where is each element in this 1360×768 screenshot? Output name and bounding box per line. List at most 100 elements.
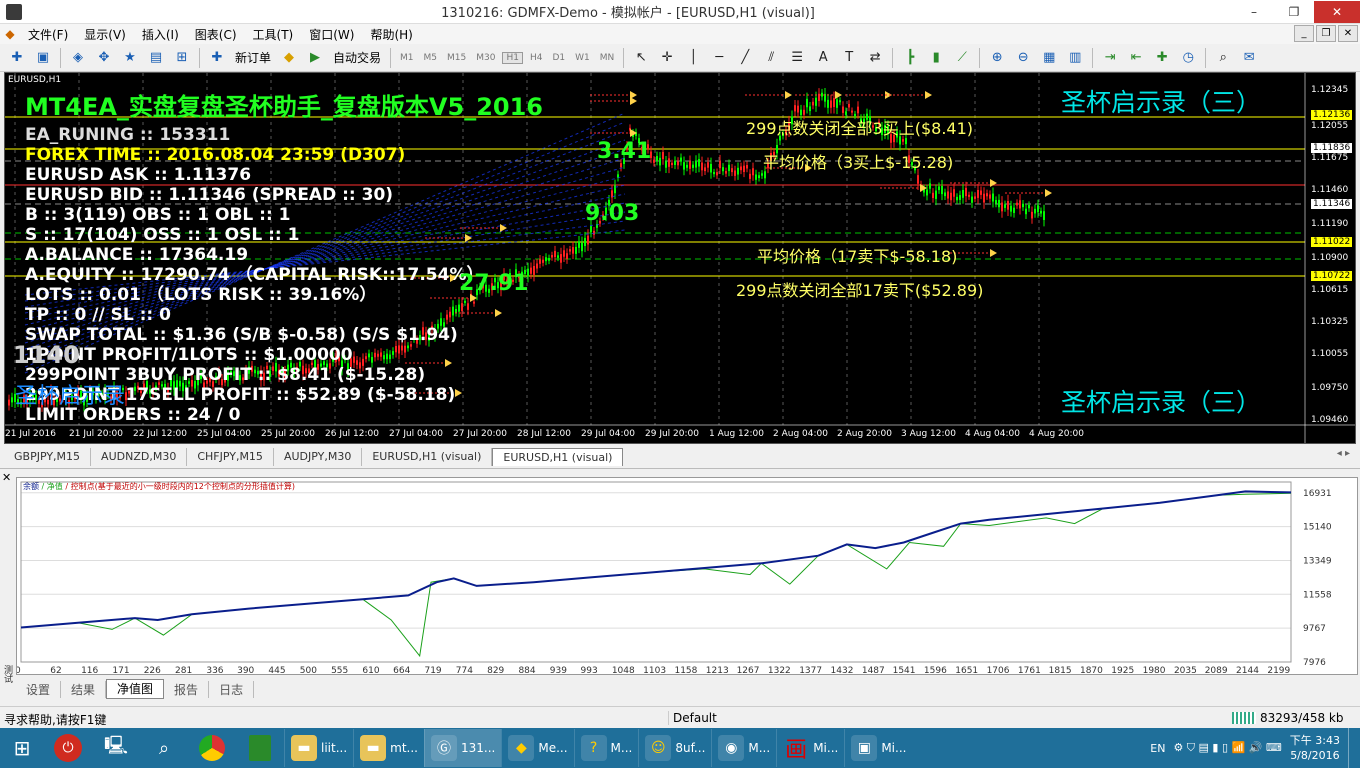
timeframe-mn[interactable]: MN [597,53,618,63]
tab-scroll-arrows[interactable]: ◂ ▸ [1337,448,1350,459]
timeframe-m1[interactable]: M1 [397,53,417,63]
candle-body [728,164,730,172]
tab-settings[interactable]: 设置 [16,680,62,698]
tab-eurusd-visual[interactable]: EURUSD,H1 (visual) [362,448,493,466]
navigator-icon[interactable]: ★ [119,47,141,69]
new-order-button[interactable]: 新订单 [232,49,274,66]
terminal-icon[interactable]: ▤ [145,47,167,69]
line-chart-icon[interactable]: ⟋ [951,47,973,69]
periods-icon[interactable]: ◷ [1177,47,1199,69]
tile-windows-icon[interactable]: ▦ [1038,47,1060,69]
menu-insert[interactable]: 插入(I) [134,26,187,43]
price-tick: 1.10900 [1311,253,1349,263]
taskbar-help[interactable]: ? M... [573,729,639,767]
menu-view[interactable]: 显示(V) [76,26,134,43]
close-icon[interactable]: ✕ [2,471,11,484]
calculator-icon[interactable] [236,728,284,768]
arrows-icon[interactable]: ⇄ [864,47,886,69]
market-watch-icon[interactable]: ◈ [67,47,89,69]
auto-trade-button[interactable]: 自动交易 [330,49,384,66]
tab-journal[interactable]: 日志 [209,680,255,698]
timeframe-d1[interactable]: D1 [549,53,568,63]
profiles-icon[interactable]: ▣ [32,47,54,69]
cursor-icon[interactable]: ↖ [630,47,652,69]
tab-eurusd-visual-active[interactable]: EURUSD,H1 (visual) [492,448,624,466]
start-button[interactable]: ⊞ [0,728,44,768]
chrome-icon[interactable] [188,728,236,768]
tab-report[interactable]: 报告 [164,680,210,698]
toolbar-separator [390,47,392,68]
fibo-icon[interactable]: ☰ [786,47,808,69]
clock[interactable]: 下午 3:43 5/8/2016 [1290,733,1340,763]
new-chart-icon[interactable]: ✚ [6,47,28,69]
taskbar-mi[interactable]: ▣ Mi... [844,729,912,767]
graph-x-tick: 993 [581,666,598,674]
language-indicator[interactable]: EN [1150,742,1165,755]
close-button[interactable]: ✕ [1314,0,1360,23]
candle-body [662,152,664,160]
taskbar-ftp[interactable]: ☺ 8uf... [638,729,711,767]
timeframe-h4[interactable]: H4 [527,53,546,63]
mdi-minimize-button[interactable]: _ [1294,25,1314,42]
data-window-icon[interactable]: ✥ [93,47,115,69]
chart-shift-icon[interactable]: ⇤ [1125,47,1147,69]
show-desktop-button[interactable] [1348,728,1354,768]
zoom-out-icon[interactable]: ⊖ [1012,47,1034,69]
maximize-button[interactable]: ❐ [1274,1,1314,23]
search-icon[interactable]: ⌕ [1212,47,1234,69]
candlestick-icon[interactable]: ▮ [925,47,947,69]
tab-audjpy[interactable]: AUDJPY,M30 [274,448,363,466]
horizontal-line-icon[interactable]: ─ [708,47,730,69]
mdi-close-button[interactable]: ✕ [1338,25,1358,42]
menu-window[interactable]: 窗口(W) [301,26,362,43]
timeframe-m30[interactable]: M30 [473,53,498,63]
text-icon[interactable]: A [812,47,834,69]
taskbar-folder-mt[interactable]: ▬ mt... [353,729,424,767]
timeframe-m5[interactable]: M5 [421,53,441,63]
minimize-button[interactable]: – [1234,1,1274,23]
candle-body [1031,211,1033,219]
grid-icon[interactable]: ▥ [1064,47,1086,69]
tab-audnzd[interactable]: AUDNZD,M30 [91,448,188,466]
crosshair-icon[interactable]: ✛ [656,47,678,69]
price-chart[interactable]: EURUSD,H1 MT4EA_实盘复盘圣杯助手_复盘版本V5_2016 EA_… [4,72,1356,444]
chart-menu-icon[interactable]: ◆ [0,27,20,41]
search-icon[interactable]: ⌕ [140,728,188,768]
taskbar-mt4-terminal[interactable]: Ⓖ 131... [424,729,502,767]
taskbar-paint[interactable]: 画 Mi... [776,729,844,767]
timeframe-w1[interactable]: W1 [572,53,593,63]
power-icon[interactable]: ⏻ [44,728,92,768]
vertical-line-icon[interactable]: │ [682,47,704,69]
candle-body [722,167,724,172]
menu-file[interactable]: 文件(F) [20,26,76,43]
indicators-icon[interactable]: ✚ [1151,47,1173,69]
menu-bar: ◆ 文件(F) 显示(V) 插入(I) 图表(C) 工具(T) 窗口(W) 帮助… [0,24,1360,44]
time-tick: 22 Jul 12:00 [133,429,187,439]
taskbar-metaeditor[interactable]: ◆ Me... [501,729,573,767]
label-icon[interactable]: T [838,47,860,69]
trendline-icon[interactable]: ╱ [734,47,756,69]
tab-chfjpy[interactable]: CHFJPY,M15 [187,448,274,466]
autoscroll-icon[interactable]: ⇥ [1099,47,1121,69]
zoom-in-icon[interactable]: ⊕ [986,47,1008,69]
graph-x-tick: 1596 [924,666,947,674]
taskbar-folder-liit[interactable]: ▬ liit... [284,729,353,767]
tab-gbpjpy[interactable]: GBPJPY,M15 [4,448,92,466]
timeframe-h1[interactable]: H1 [502,51,523,64]
mdi-restore-button[interactable]: ❐ [1316,25,1336,42]
taskbar-chrome[interactable]: ◉ M... [711,729,776,767]
menu-help[interactable]: 帮助(H) [362,26,420,43]
channel-icon[interactable]: ⫽ [760,47,782,69]
menu-tools[interactable]: 工具(T) [245,26,302,43]
tab-results[interactable]: 结果 [61,680,107,698]
tester-icon[interactable]: ⊞ [171,47,193,69]
order-marker [835,91,842,99]
computer-icon[interactable]: 🖳 [92,728,140,768]
menu-charts[interactable]: 图表(C) [187,26,245,43]
bar-chart-icon[interactable]: ┣ [899,47,921,69]
timeframe-m15[interactable]: M15 [444,53,469,63]
tray-icons[interactable]: ⚙ ⛉ ▤ ▮ ▯ 📶 🔊 ⌨ [1173,741,1281,755]
chat-icon[interactable]: ✉ [1238,47,1260,69]
tab-graph[interactable]: 净值图 [106,679,165,699]
metaeditor-icon[interactable]: ◆ [278,47,300,69]
